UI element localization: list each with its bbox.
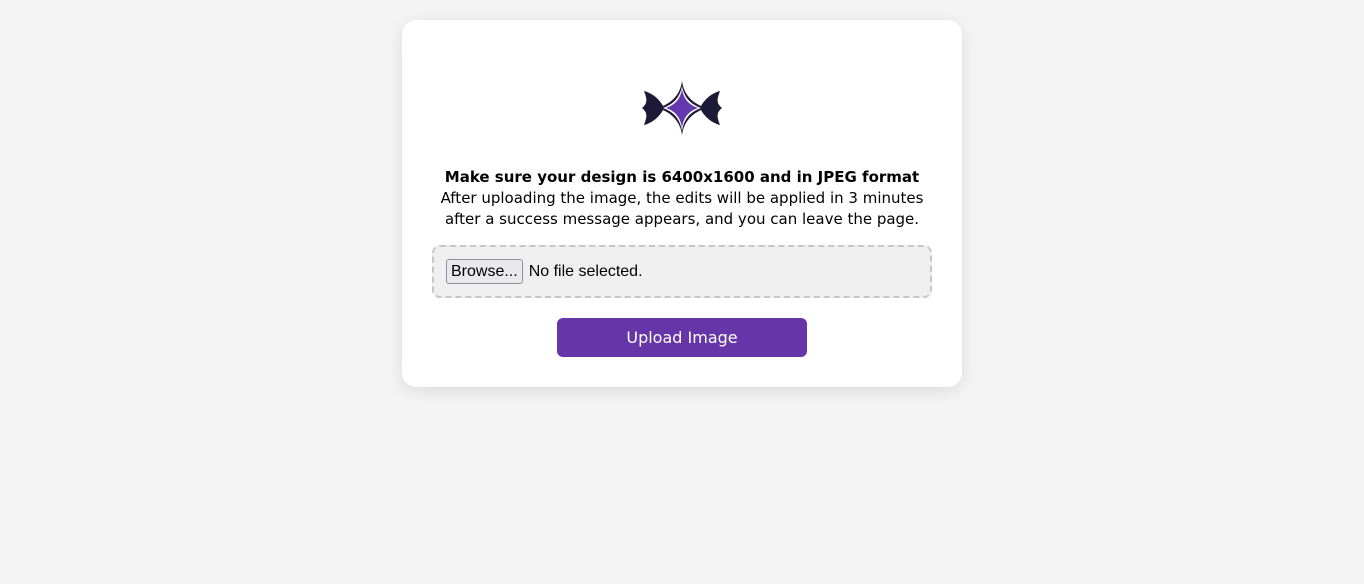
sparkle-logo-icon — [640, 81, 724, 135]
instructions-headline: Make sure your design is 6400x1600 and i… — [444, 168, 920, 186]
upload-image-button[interactable]: Upload Image — [557, 318, 807, 357]
browse-button[interactable]: Browse... — [446, 259, 523, 284]
file-status-text: No file selected. — [528, 262, 643, 280]
file-drop-zone[interactable]: Browse... No file selected. — [432, 245, 932, 298]
upload-card: Make sure your design is 6400x1600 and i… — [402, 20, 962, 387]
instructions: Make sure your design is 6400x1600 and i… — [422, 167, 942, 230]
instructions-description: After uploading the image, the edits wil… — [440, 189, 924, 228]
